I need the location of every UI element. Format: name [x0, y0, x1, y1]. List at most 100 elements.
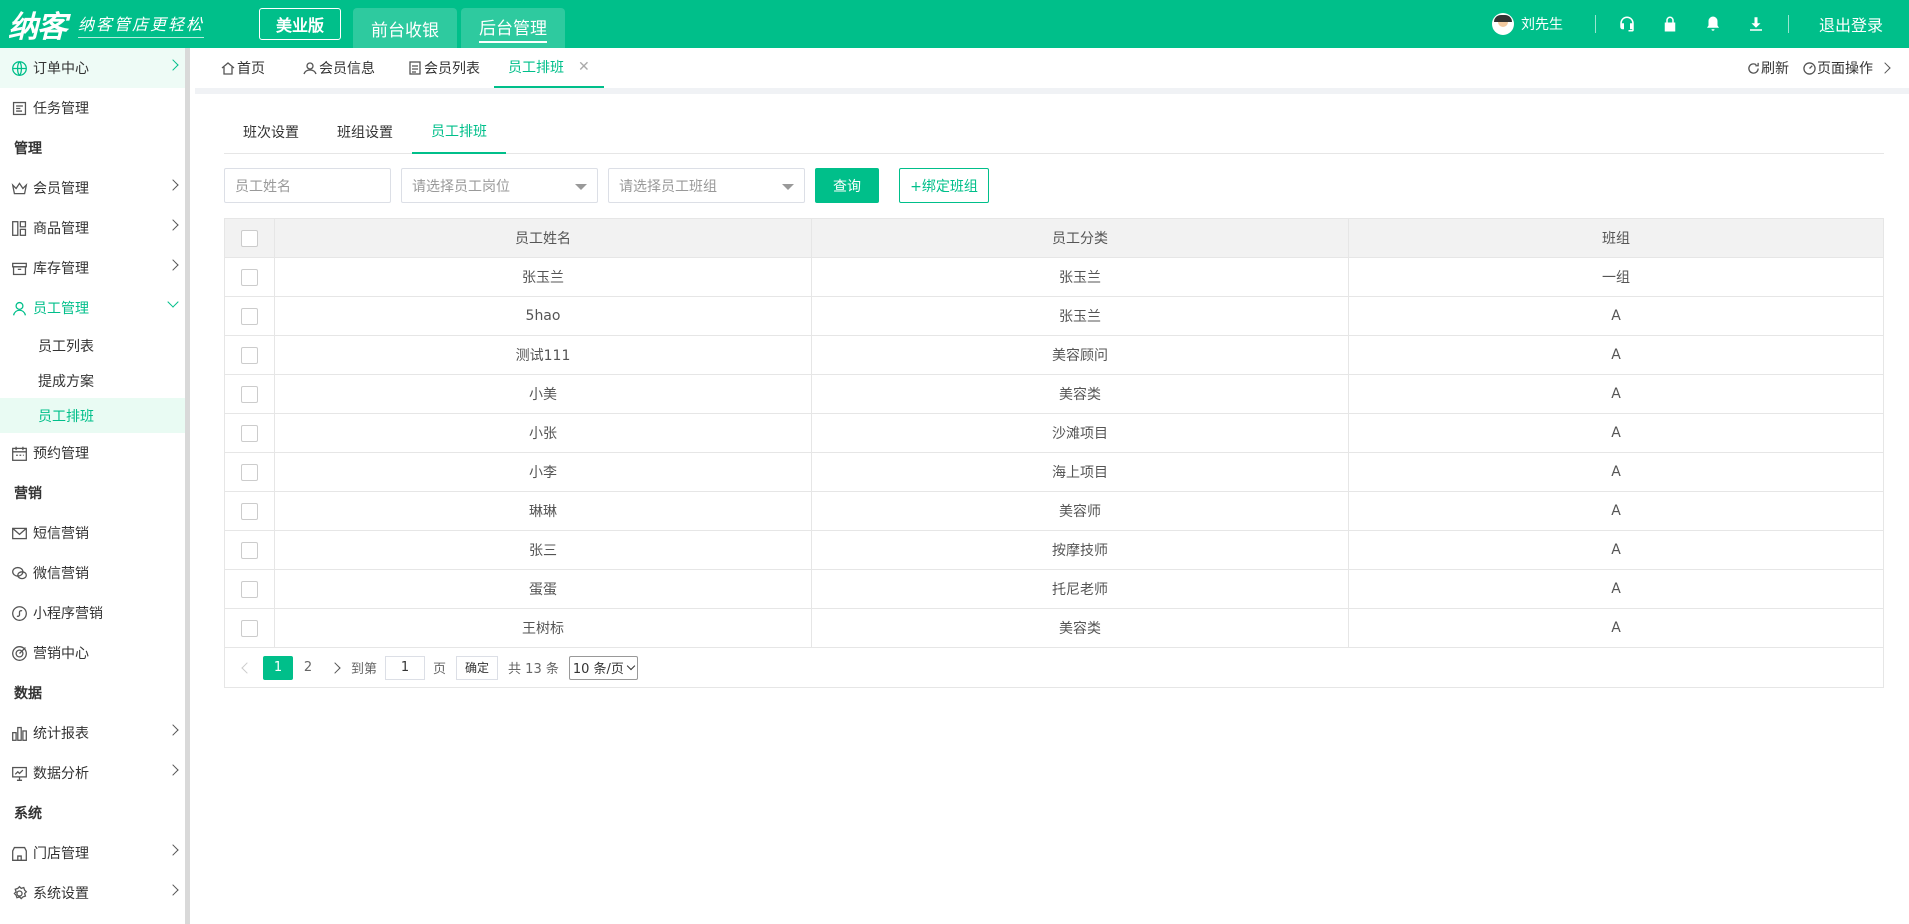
- sidebar-item-staff[interactable]: 员工管理: [0, 288, 185, 328]
- table-body: 张玉兰 张玉兰 一组 5hao 张玉兰 A 测试111 美容顾问 A 小美 美容类 A 小张 沙滩项目 A 小…: [225, 258, 1883, 648]
- sidebar-item-sms[interactable]: 短信营销: [0, 513, 185, 553]
- sidebar-item-miniapp[interactable]: 小程序营销: [0, 593, 185, 633]
- row-checkbox[interactable]: [241, 346, 258, 364]
- page-button-1[interactable]: 1: [263, 655, 293, 680]
- subtab-group-setting[interactable]: 班组设置: [318, 110, 412, 154]
- staff-group-placeholder: 请选择员工班组: [619, 178, 717, 195]
- subtab-shift-setting[interactable]: 班次设置: [224, 110, 318, 154]
- crown-icon: [10, 179, 28, 197]
- row-checkbox-cell: [225, 492, 275, 530]
- table-row: 王树标 美容类 A: [225, 609, 1883, 648]
- sidebar-group-manage: 管理: [14, 141, 42, 157]
- refresh-button[interactable]: 刷新: [1747, 58, 1789, 78]
- table-row: 张三 按摩技师 A: [225, 531, 1883, 570]
- page-size-select[interactable]: 10 条/页: [568, 655, 638, 680]
- row-checkbox[interactable]: [241, 541, 258, 559]
- select-all-checkbox[interactable]: [241, 229, 258, 247]
- row-checkbox[interactable]: [241, 580, 258, 598]
- sidebar-item-report[interactable]: 统计报表: [0, 713, 185, 753]
- sidebar-item-label: 员工管理: [33, 301, 89, 317]
- lock-icon[interactable]: [1649, 0, 1692, 48]
- sidebar-item-label: 商品管理: [33, 221, 89, 237]
- sidebar-group-data: 数据: [14, 686, 42, 702]
- sidebar-item-settings[interactable]: 系统设置: [0, 873, 185, 913]
- user-menu[interactable]: 刘先生: [1491, 13, 1563, 35]
- sidebar-item-wechat[interactable]: 微信营销: [0, 553, 185, 593]
- sidebar-subitem-staff-list[interactable]: 员工列表: [0, 328, 185, 363]
- sidebar-item-member[interactable]: 会员管理: [0, 168, 185, 208]
- staff-name-input[interactable]: 员工姓名: [224, 168, 391, 203]
- headset-icon[interactable]: [1606, 0, 1649, 48]
- staff-schedule-table: 员工姓名 员工分类 班组 张玉兰 张玉兰 一组 5hao 张玉兰 A 测试111 美容顾问 A 小…: [224, 218, 1884, 688]
- avatar: [1491, 13, 1514, 35]
- subtab-staff-schedule[interactable]: 员工排班: [412, 110, 506, 154]
- cell-staff-name: 小李: [275, 453, 812, 491]
- staff-post-select[interactable]: 请选择员工岗位: [401, 168, 598, 203]
- divider: [1787, 15, 1789, 33]
- sidebar-item-booking[interactable]: 预约管理: [0, 433, 185, 473]
- row-checkbox[interactable]: [241, 619, 258, 637]
- sidebar-group-marketing: 营销: [14, 486, 42, 502]
- sidebar-item-marketing-center[interactable]: 营销中心: [0, 633, 185, 673]
- task-icon: [10, 99, 28, 117]
- row-checkbox[interactable]: [241, 385, 258, 403]
- tab-member-info[interactable]: 会员信息: [303, 48, 375, 88]
- sidebar-group-system: 系统: [14, 806, 42, 822]
- sidebar-item-store[interactable]: 门店管理: [0, 833, 185, 873]
- edition-button[interactable]: 美业版: [259, 8, 341, 40]
- nav-backend[interactable]: 后台管理: [461, 8, 565, 48]
- sidebar-item-order-center[interactable]: 订单中心: [0, 48, 185, 88]
- cell-staff-category: 沙滩项目: [812, 414, 1349, 452]
- query-button[interactable]: 查询: [815, 168, 879, 203]
- bell-icon[interactable]: [1692, 0, 1735, 48]
- list-icon: [408, 61, 422, 75]
- tab-home[interactable]: 首页: [221, 48, 265, 88]
- staff-group-select[interactable]: 请选择员工班组: [608, 168, 805, 203]
- page-ops-button[interactable]: 页面操作: [1803, 58, 1873, 78]
- cell-group: A: [1611, 386, 1621, 402]
- row-checkbox[interactable]: [241, 268, 258, 286]
- row-checkbox[interactable]: [241, 463, 258, 481]
- tab-member-list[interactable]: 会员列表: [408, 48, 480, 88]
- cell-staff-category: 美容师: [812, 492, 1349, 530]
- page-unit: 页: [433, 662, 447, 677]
- sidebar-subitem-staff-schedule[interactable]: 员工排班: [0, 398, 185, 433]
- chevron-right-icon[interactable]: [329, 661, 341, 674]
- close-icon[interactable]: ✕: [578, 59, 590, 75]
- table-row: 小美 美容类 A: [225, 375, 1883, 414]
- goto-confirm-button[interactable]: 确定: [456, 655, 499, 680]
- nav-front-cashier-label: 前台收银: [371, 20, 439, 41]
- gear-icon: [10, 884, 28, 902]
- sidebar-item-goods[interactable]: 商品管理: [0, 208, 185, 248]
- chevron-right-icon: [167, 724, 179, 736]
- table-row: 测试111 美容顾问 A: [225, 336, 1883, 375]
- nav-front-cashier[interactable]: 前台收银: [353, 8, 457, 48]
- goto-label: 到第: [351, 662, 378, 677]
- row-checkbox[interactable]: [241, 424, 258, 442]
- tab-staff-schedule[interactable]: 员工排班 ✕: [494, 48, 604, 88]
- total-count: 共 13 条: [508, 662, 559, 677]
- sidebar-item-analysis[interactable]: 数据分析: [0, 753, 185, 793]
- row-checkbox-cell: [225, 297, 275, 335]
- user-icon: [303, 61, 317, 75]
- chevron-right-icon: [167, 844, 179, 856]
- sidebar-item-stock[interactable]: 库存管理: [0, 248, 185, 288]
- sidebar-subitem-commission[interactable]: 提成方案: [0, 363, 185, 398]
- sidebar-item-label: 小程序营销: [33, 606, 103, 622]
- logo[interactable]: 纳客 纳客管店更轻松: [8, 6, 205, 45]
- page-tab-bar: 首页 会员信息 会员列表 员工排班 ✕ 刷新 页面操作: [195, 48, 1909, 94]
- tab-actions: 刷新 页面操作: [1733, 48, 1891, 88]
- chevron-right-icon[interactable]: [1879, 62, 1891, 74]
- sidebar-item-task[interactable]: 任务管理: [0, 88, 185, 128]
- page-button-2[interactable]: 2: [293, 656, 323, 680]
- row-checkbox[interactable]: [241, 307, 258, 325]
- chevron-left-icon[interactable]: [241, 661, 253, 674]
- chevron-right-icon: [167, 59, 179, 71]
- logout-button[interactable]: 退出登录: [1819, 12, 1883, 36]
- column-header: 员工分类: [812, 219, 1349, 257]
- row-checkbox[interactable]: [241, 502, 258, 520]
- download-icon[interactable]: [1735, 0, 1778, 48]
- sidebar-item-label: 短信营销: [33, 526, 89, 542]
- goto-page-input[interactable]: 1: [385, 655, 426, 680]
- bind-group-button[interactable]: +绑定班组: [899, 168, 989, 203]
